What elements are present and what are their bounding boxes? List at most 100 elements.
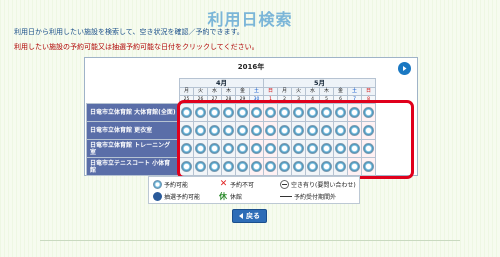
available-circle-icon: [307, 161, 318, 172]
availability-cell[interactable]: [277, 103, 292, 122]
availability-cell[interactable]: [277, 139, 292, 158]
availability-cell[interactable]: [249, 103, 264, 122]
facility-name: 日竜市立テニスコート 小体育館: [86, 157, 180, 176]
date-header: 5: [319, 95, 334, 104]
availability-cell[interactable]: [319, 139, 334, 158]
closed-kyu-icon: 休: [219, 191, 227, 201]
availability-cell[interactable]: [193, 157, 208, 176]
availability-cell[interactable]: [263, 139, 278, 158]
availability-cell[interactable]: [361, 103, 376, 122]
availability-cell[interactable]: [249, 139, 264, 158]
availability-cell[interactable]: [291, 121, 306, 140]
availability-cell[interactable]: [221, 139, 236, 158]
availability-cell[interactable]: [179, 121, 194, 140]
availability-cell[interactable]: [207, 139, 222, 158]
weekday-header: 水: [207, 87, 222, 96]
availability-cell[interactable]: [347, 157, 362, 176]
date-header: 26: [193, 95, 208, 104]
available-circle-icon: [265, 107, 276, 118]
availability-cell[interactable]: [291, 103, 306, 122]
availability-cell[interactable]: [277, 121, 292, 140]
partial-available-icon: [280, 179, 289, 189]
availability-cell[interactable]: [179, 139, 194, 158]
availability-cell[interactable]: [291, 157, 306, 176]
weekday-header: 火: [291, 87, 306, 96]
available-circle-icon: [181, 107, 192, 118]
availability-cell[interactable]: [347, 103, 362, 122]
available-circle-icon: [363, 143, 374, 154]
availability-cell[interactable]: [361, 157, 376, 176]
facility-row: 日竜市立テニスコート 小体育館: [86, 157, 376, 176]
available-circle-icon: [279, 125, 290, 136]
availability-cell[interactable]: [319, 157, 334, 176]
month-header: 4月: [179, 78, 264, 88]
availability-cell[interactable]: [333, 139, 348, 158]
availability-cell[interactable]: [249, 157, 264, 176]
availability-cell[interactable]: [333, 103, 348, 122]
available-circle-icon: [349, 125, 360, 136]
availability-cell[interactable]: [319, 103, 334, 122]
availability-cell[interactable]: [361, 139, 376, 158]
availability-cell[interactable]: [347, 139, 362, 158]
legend-item: 予約可能: [153, 179, 188, 189]
availability-cell[interactable]: [207, 157, 222, 176]
available-circle-icon: [293, 107, 304, 118]
availability-cell[interactable]: [333, 157, 348, 176]
availability-cell[interactable]: [305, 157, 320, 176]
availability-cell[interactable]: [207, 103, 222, 122]
weekday-header: 月: [179, 87, 194, 96]
facility-name: 日竜市立体育館 トレーニング室: [86, 139, 180, 158]
available-circle-icon: [181, 161, 192, 172]
availability-cell[interactable]: [235, 103, 250, 122]
back-arrow-icon: [239, 213, 243, 219]
available-circle-icon: [195, 125, 206, 136]
availability-cell[interactable]: [277, 157, 292, 176]
availability-cell[interactable]: [319, 121, 334, 140]
availability-cell[interactable]: [179, 157, 194, 176]
availability-cell[interactable]: [221, 157, 236, 176]
weekday-header: 木: [221, 87, 236, 96]
availability-cell[interactable]: [179, 103, 194, 122]
next-arrow-icon[interactable]: [398, 62, 411, 75]
weekday-header: 日: [263, 87, 278, 96]
weekday-header: 水: [305, 87, 320, 96]
month-header: 5月: [263, 78, 376, 88]
available-circle-icon: [195, 107, 206, 118]
facility-row: 日竜市立体育館 大体育館(全面): [86, 103, 376, 122]
availability-cell[interactable]: [263, 157, 278, 176]
availability-cell[interactable]: [193, 139, 208, 158]
availability-cell[interactable]: [361, 121, 376, 140]
divider: [40, 240, 460, 241]
availability-cell[interactable]: [305, 139, 320, 158]
weekday-header: 金: [333, 87, 348, 96]
availability-cell[interactable]: [235, 157, 250, 176]
available-circle-icon: [307, 125, 318, 136]
available-circle-icon: [265, 143, 276, 154]
availability-cell[interactable]: [235, 121, 250, 140]
date-header: 1: [263, 95, 278, 104]
availability-cell[interactable]: [305, 103, 320, 122]
weekday-header: 月: [277, 87, 292, 96]
availability-cell[interactable]: [249, 121, 264, 140]
availability-cell[interactable]: [193, 121, 208, 140]
availability-cell[interactable]: [347, 121, 362, 140]
date-header: 3: [291, 95, 306, 104]
availability-cell[interactable]: [235, 139, 250, 158]
availability-cell[interactable]: [333, 121, 348, 140]
back-button[interactable]: 戻る: [232, 209, 267, 223]
facility-row: 日竜市立体育館 トレーニング室: [86, 139, 376, 158]
available-circle-icon: [237, 107, 248, 118]
availability-cell[interactable]: [221, 103, 236, 122]
availability-cell[interactable]: [207, 121, 222, 140]
availability-cell[interactable]: [193, 103, 208, 122]
availability-cell[interactable]: [221, 121, 236, 140]
availability-cell[interactable]: [291, 139, 306, 158]
weekday-header: 火: [193, 87, 208, 96]
unavailable-x-icon: ✕: [219, 178, 228, 189]
available-circle-icon: [251, 143, 262, 154]
availability-cell[interactable]: [305, 121, 320, 140]
availability-cell[interactable]: [263, 121, 278, 140]
available-circle-icon: [363, 107, 374, 118]
availability-cell[interactable]: [263, 103, 278, 122]
available-circle-icon: [153, 179, 162, 189]
